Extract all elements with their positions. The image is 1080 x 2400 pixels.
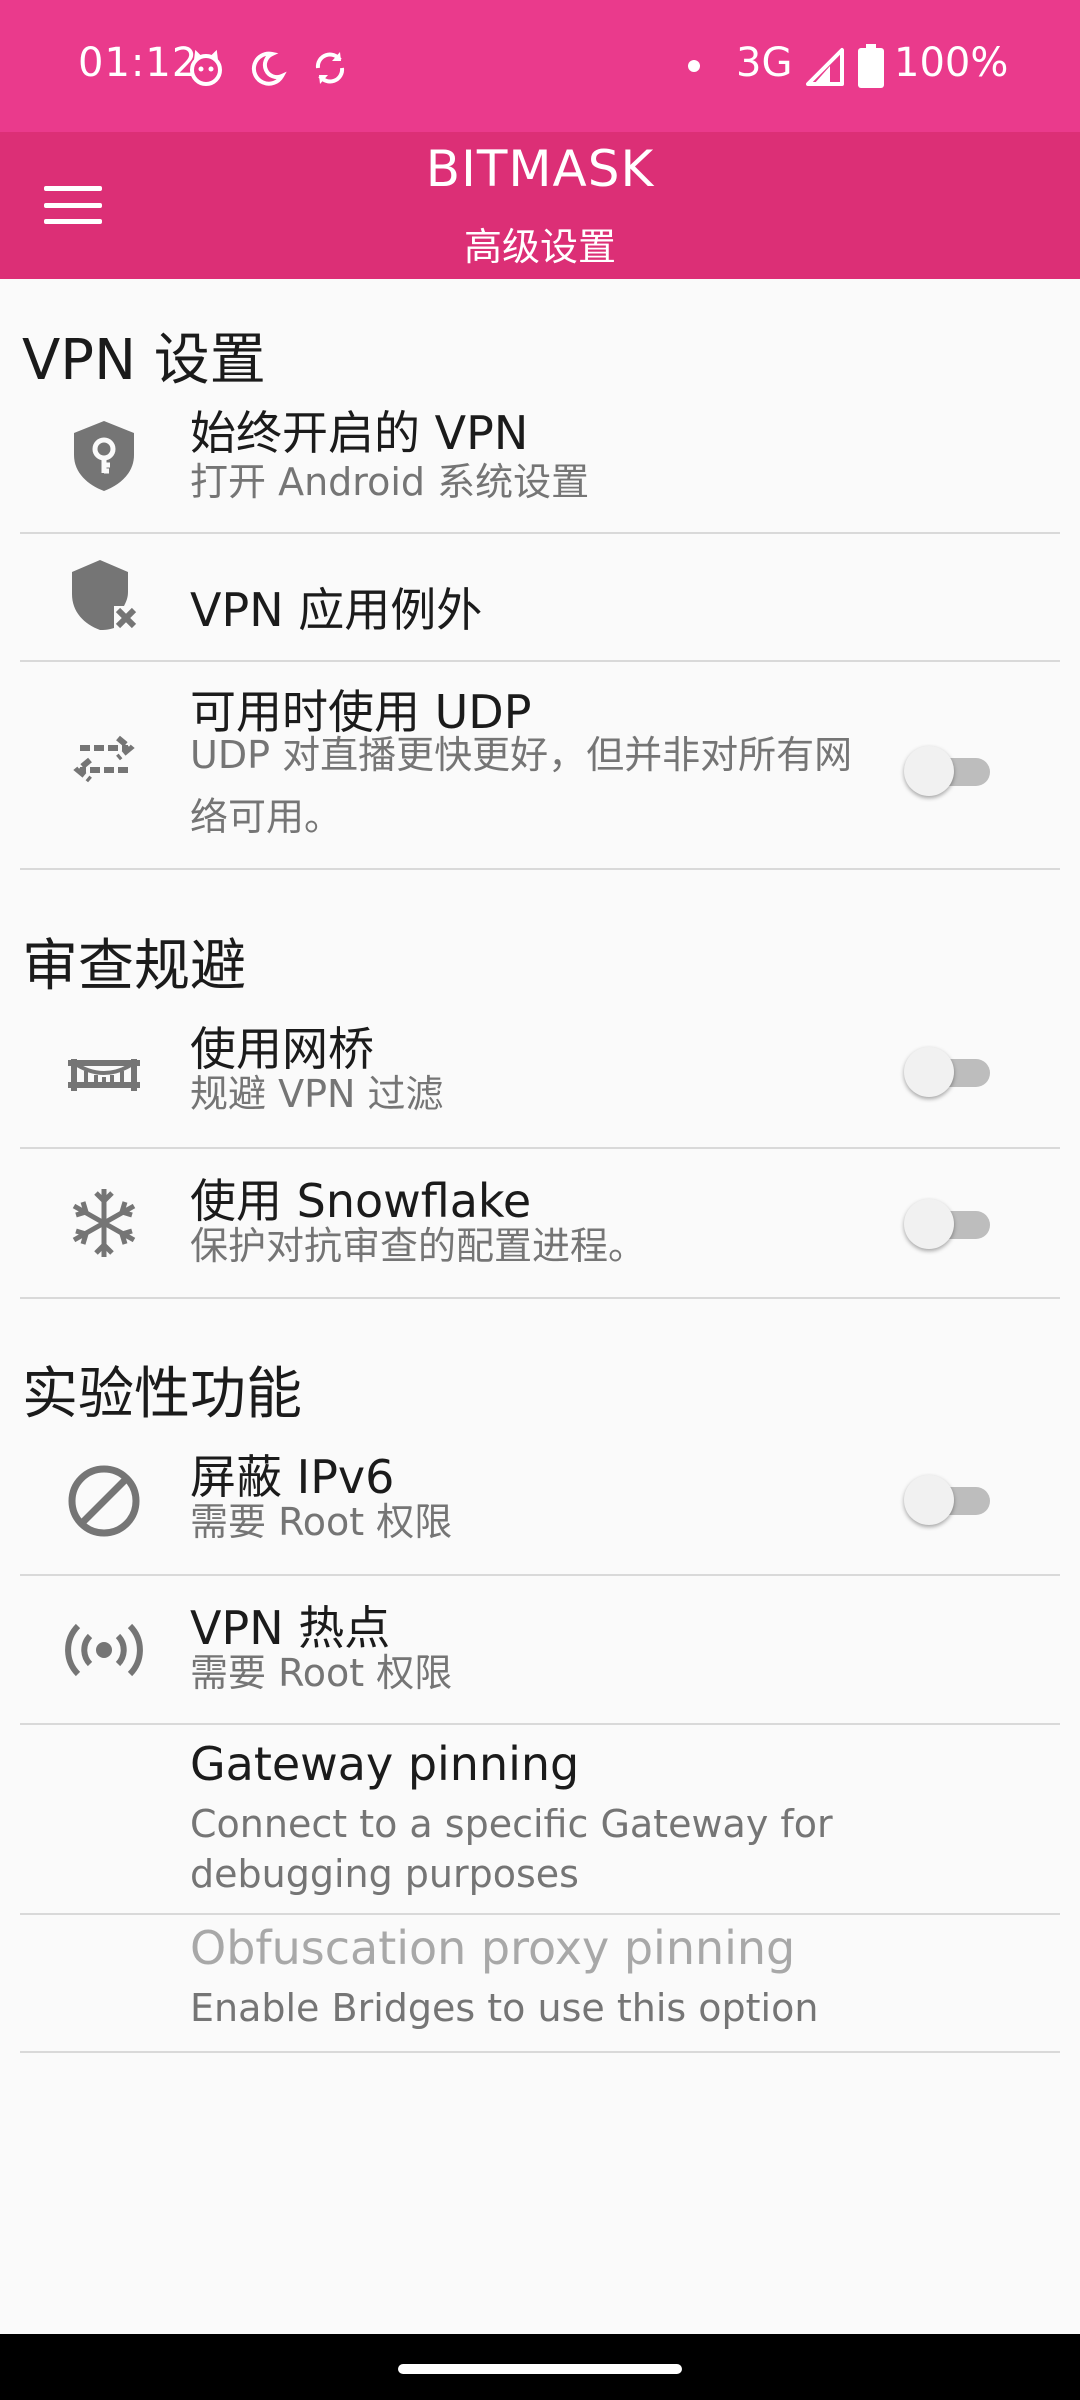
divider [20, 2051, 1060, 2053]
hotspot-icon [65, 1623, 143, 1677]
sync-icon [315, 52, 345, 84]
cat-face-icon [190, 49, 222, 86]
status-time: 01:12 [78, 40, 199, 86]
udp-toggle[interactable] [904, 746, 992, 796]
shield-key-icon [74, 421, 134, 491]
setting-block-ipv6[interactable]: 屏蔽 IPv6 需要 Root 权限 [0, 1425, 1080, 1575]
app-subtitle: 高级设置 [463, 225, 616, 269]
setting-gateway-pinning[interactable]: Gateway pinning Connect to a specific Ga… [0, 1725, 1080, 1913]
signal-icon [806, 48, 844, 86]
status-bar: 01:12 3G 100% [0, 0, 1080, 132]
setting-use-udp[interactable]: 可用时使用 UDP UDP 对直播更快更好，但并非对所有网络可用。 [0, 662, 1080, 868]
block-icon [68, 1465, 140, 1537]
snowflake-icon [72, 1189, 136, 1257]
setting-vpn-hotspot[interactable]: VPN 热点 需要 Root 权限 [0, 1576, 1080, 1724]
setting-always-on-vpn[interactable]: 始终开启的 VPN 打开 Android 系统设置 [0, 383, 1080, 529]
network-type: 3G [736, 40, 793, 86]
setting-summary: UDP 对直播更快更好，但并非对所有网络可用。 [190, 733, 853, 839]
section-header-censorship: 审查规避 [22, 934, 246, 999]
shield-x-icon [72, 560, 137, 630]
setting-title: VPN 应用例外 [190, 583, 483, 637]
home-gesture-handle[interactable] [398, 2364, 682, 2374]
battery-icon [858, 44, 884, 88]
divider [20, 1297, 1060, 1299]
swap-arrows-icon [73, 735, 135, 783]
setting-vpn-exclude-apps[interactable]: VPN 应用例外 [0, 534, 1080, 660]
setting-summary: Connect to a specific Gateway for debugg… [190, 1802, 833, 1896]
divider [20, 868, 1060, 870]
navigation-bar [0, 2334, 1080, 2400]
setting-obfuscation-proxy-pinning: Obfuscation proxy pinning Enable Bridges… [0, 1915, 1080, 2051]
app-title: BITMASK [425, 140, 655, 198]
block-ipv6-toggle[interactable] [904, 1475, 992, 1525]
setting-use-bridges[interactable]: 使用网桥 规避 VPN 过滤 [0, 997, 1080, 1147]
setting-summary: 需要 Root 权限 [190, 1500, 453, 1544]
bridges-toggle[interactable] [904, 1047, 992, 1097]
notification-dot-icon [688, 60, 700, 72]
setting-summary: 保护对抗审查的配置进程。 [190, 1224, 647, 1268]
bridge-icon [68, 1059, 140, 1091]
setting-summary: 规避 VPN 过滤 [190, 1072, 444, 1116]
battery-percentage: 100% [894, 40, 1009, 86]
setting-title: Obfuscation proxy pinning [190, 1921, 796, 1975]
setting-summary: Enable Bridges to use this option [190, 1986, 819, 2030]
app-bar: BITMASK 高级设置 [0, 132, 1080, 279]
snowflake-toggle[interactable] [904, 1199, 992, 1249]
moon-icon [251, 51, 287, 86]
setting-title: Gateway pinning [190, 1737, 580, 1791]
setting-use-snowflake[interactable]: 使用 Snowflake 保护对抗审查的配置进程。 [0, 1149, 1080, 1297]
setting-summary: 打开 Android 系统设置 [190, 460, 590, 504]
setting-summary: 需要 Root 权限 [190, 1651, 453, 1695]
section-header-experimental: 实验性功能 [22, 1362, 302, 1427]
